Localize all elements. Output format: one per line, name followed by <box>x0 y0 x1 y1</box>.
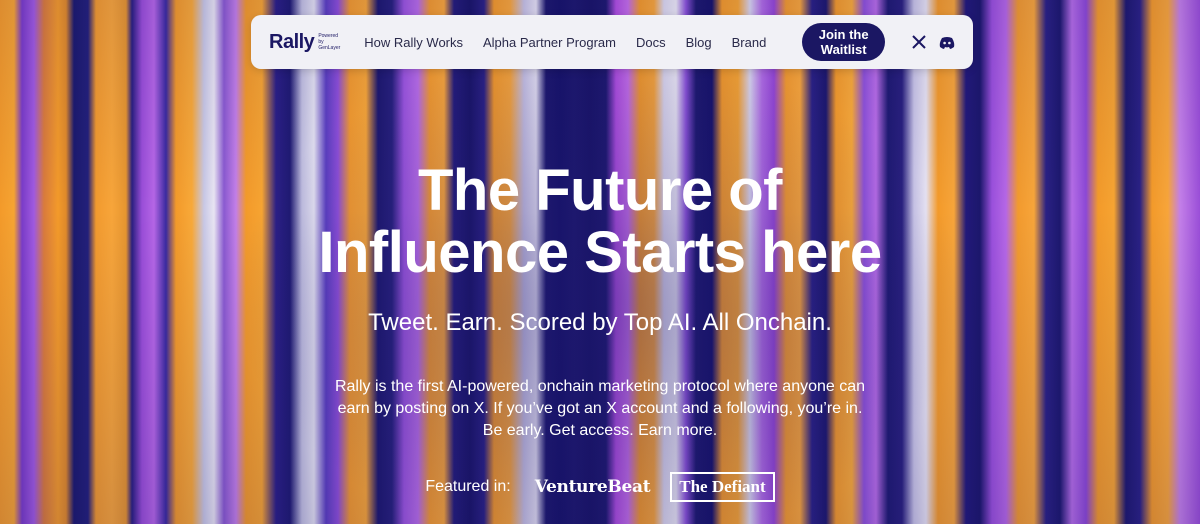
hero-title-line1: The Future of <box>417 158 783 223</box>
logo-powered-by: Powered by GenLayer <box>318 33 340 51</box>
the-defiant-logo[interactable]: The Defiant <box>670 472 775 502</box>
featured-in: Featured in: VentureBeat The Defiant <box>0 472 1200 502</box>
featured-label: Featured in: <box>425 478 511 495</box>
logo-sub-line1: Powered by <box>318 33 339 45</box>
nav-link-blog[interactable]: Blog <box>686 35 712 50</box>
nav-link-brand[interactable]: Brand <box>732 35 767 50</box>
social-links <box>911 34 955 50</box>
hero-title: The Future of Influence Starts here <box>0 160 1200 284</box>
nav-link-alpha-partner-program[interactable]: Alpha Partner Program <box>483 35 616 50</box>
venturebeat-logo[interactable]: VentureBeat <box>535 477 651 497</box>
hero-desc-line3: Be early. Get access. Earn more. <box>482 422 718 439</box>
hero-desc-line2: earn by posting on X. If you’ve got an X… <box>337 400 863 417</box>
logo-text: Rally <box>269 30 315 53</box>
rally-logo[interactable]: Rally Powered by GenLayer <box>269 31 340 54</box>
nav-links: How Rally Works Alpha Partner Program Do… <box>364 35 766 50</box>
nav-link-how-rally-works[interactable]: How Rally Works <box>364 35 463 50</box>
logo-sub-line2: GenLayer <box>318 45 341 51</box>
hero-subtitle: Tweet. Earn. Scored by Top AI. All Oncha… <box>368 309 832 336</box>
top-navbar: Rally Powered by GenLayer How Rally Work… <box>251 15 973 69</box>
hero-desc-line1: Rally is the first AI-powered, onchain m… <box>334 378 866 395</box>
hero-title-line2: Influence Starts here <box>318 220 882 285</box>
nav-link-docs[interactable]: Docs <box>636 35 666 50</box>
discord-icon[interactable] <box>939 34 955 50</box>
hero-description: Rally is the first AI-powered, onchain m… <box>0 376 1200 442</box>
x-icon[interactable] <box>911 34 927 50</box>
join-waitlist-button[interactable]: Join the Waitlist <box>802 23 885 61</box>
